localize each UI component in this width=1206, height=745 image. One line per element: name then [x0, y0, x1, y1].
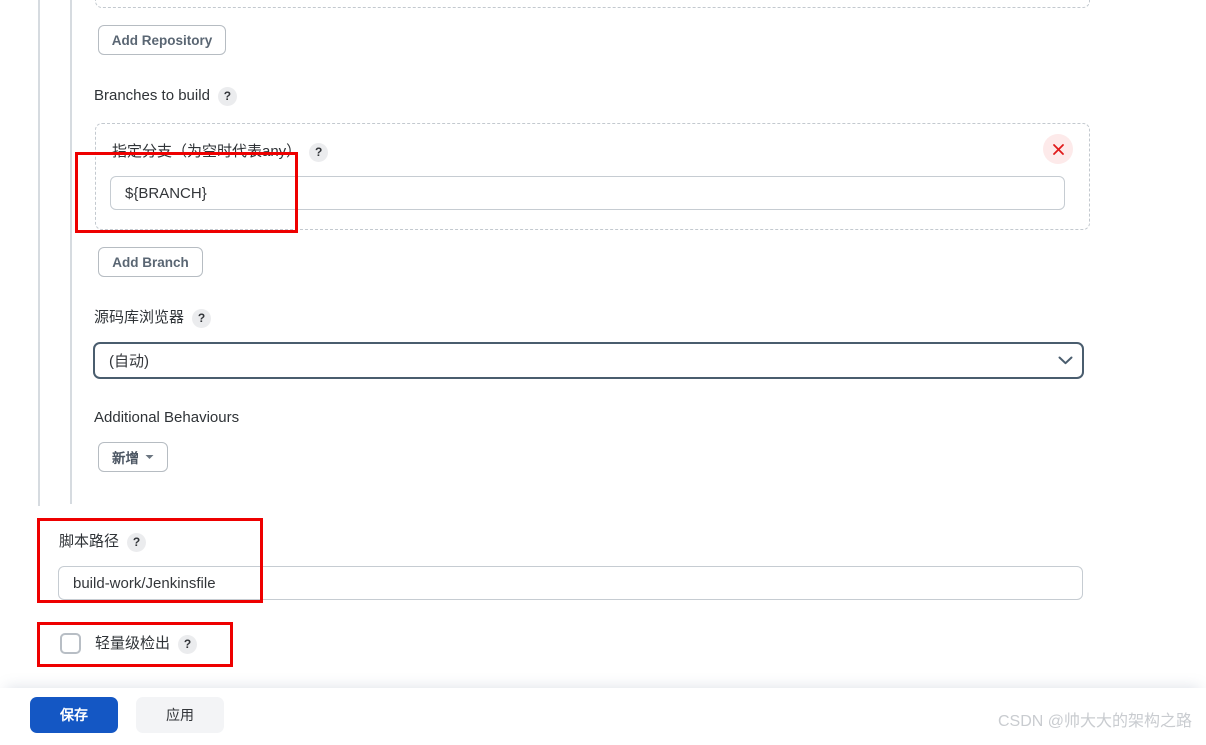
- lightweight-checkout-checkbox[interactable]: [60, 633, 81, 654]
- branches-to-build-label: Branches to build: [94, 87, 210, 104]
- add-branch-button[interactable]: Add Branch: [98, 247, 203, 277]
- form-action-bar: 保存 应用 CSDN @帅大大的架构之路: [0, 688, 1206, 745]
- close-icon: [1052, 143, 1064, 155]
- caret-down-icon: [145, 454, 154, 460]
- script-path-label: 脚本路径: [59, 533, 120, 550]
- additional-behaviours-add-label: 新增: [112, 451, 139, 466]
- branch-spec-help-icon[interactable]: ?: [309, 142, 329, 162]
- branch-spec-label: 指定分支（为空时代表any）: [112, 143, 302, 160]
- repo-browser-label: 源码库浏览器: [94, 309, 185, 326]
- chevron-down-icon: [1048, 356, 1082, 365]
- repo-browser-select-value: (自动): [109, 353, 149, 370]
- branches-to-build-label-row: Branches to build ?: [94, 86, 237, 106]
- script-path-help-icon[interactable]: ?: [127, 532, 147, 552]
- repository-container: [95, 0, 1090, 8]
- lightweight-checkout-help-icon[interactable]: ?: [178, 634, 198, 654]
- lightweight-checkout-label: 轻量级检出: [95, 635, 171, 652]
- lightweight-checkout-label-row: 轻量级检出 ?: [95, 634, 198, 654]
- script-path-label-row: 脚本路径 ?: [59, 532, 147, 552]
- repo-browser-help-icon[interactable]: ?: [192, 308, 212, 328]
- scm-section-rail: [70, 0, 72, 504]
- branch-spec-input[interactable]: [110, 176, 1065, 210]
- remove-branch-button[interactable]: [1043, 134, 1073, 164]
- branch-spec-label-row: 指定分支（为空时代表any） ?: [112, 142, 329, 162]
- apply-button[interactable]: 应用: [136, 697, 224, 733]
- additional-behaviours-add-button[interactable]: 新增: [98, 442, 168, 472]
- repo-browser-label-row: 源码库浏览器 ?: [94, 308, 212, 328]
- script-path-input[interactable]: [58, 566, 1083, 600]
- branches-to-build-help-icon[interactable]: ?: [217, 86, 237, 106]
- csdn-watermark: CSDN @帅大大的架构之路: [997, 713, 1192, 730]
- page-left-rail: [38, 0, 40, 506]
- save-button[interactable]: 保存: [30, 697, 118, 733]
- additional-behaviours-label: Additional Behaviours: [94, 409, 240, 426]
- add-repository-button[interactable]: Add Repository: [98, 25, 226, 55]
- repo-browser-select[interactable]: (自动): [93, 342, 1084, 379]
